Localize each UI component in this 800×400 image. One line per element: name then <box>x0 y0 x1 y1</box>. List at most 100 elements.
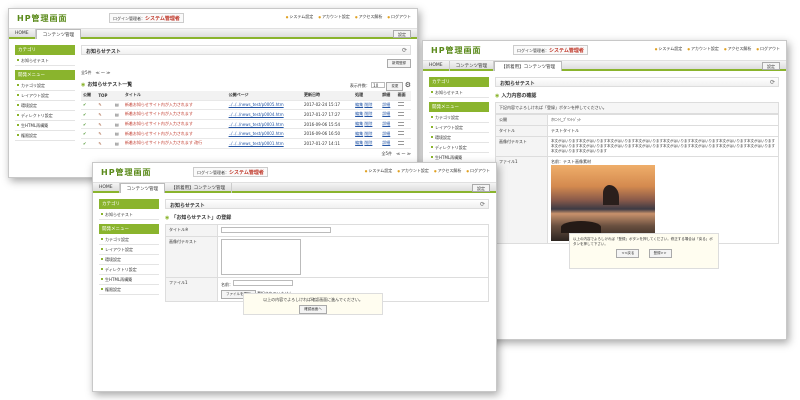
sidebar-item-permission[interactable]: 権限設定 <box>15 131 75 141</box>
tab-content[interactable]: コンテンツ管理 <box>35 29 82 39</box>
link-logout[interactable]: ログアウト <box>756 46 780 51</box>
confirm-button[interactable]: 確認画面へ <box>299 305 327 314</box>
link-account-settings[interactable]: アカウント設定 <box>318 14 350 19</box>
delete-link[interactable]: 削除 <box>364 102 372 107</box>
per-page-button[interactable]: 変更 <box>386 82 404 91</box>
link-account-settings[interactable]: アカウント設定 <box>687 46 719 51</box>
detail-link[interactable]: 詳細 <box>380 119 396 130</box>
refresh-icon[interactable]: ⟳ <box>402 47 407 54</box>
top-pin-icon[interactable]: ✎ <box>96 138 113 149</box>
refresh-icon[interactable]: ⟳ <box>770 79 775 86</box>
tab-new-content[interactable]: 【新着用】コンテンツ管理 <box>494 61 563 71</box>
pin-icon[interactable]: ▤ <box>112 138 123 149</box>
check-icon[interactable]: ✔ <box>81 128 97 139</box>
row-page-link[interactable]: ../../../news_test/p0004.htm <box>226 109 302 120</box>
tab-new-content[interactable]: 【新着用】コンテンツ管理 <box>165 183 233 193</box>
row-page-link[interactable]: ../../../news_test/p0002.htm <box>226 128 302 139</box>
row-page-link[interactable]: ../../../news_test/p0001.htm <box>226 138 302 149</box>
refresh-icon[interactable]: ⟳ <box>480 201 485 208</box>
confirm-box: 以上の内容でよろしければ確認画面に進んでください。 確認画面へ <box>243 293 383 315</box>
gear-icon[interactable]: ⚙ <box>405 81 411 89</box>
check-icon[interactable]: ✔ <box>81 119 97 130</box>
title-input[interactable] <box>221 227 331 233</box>
sidebar-item-directory[interactable]: ディレクトリ設定 <box>99 265 159 275</box>
menu-icon[interactable] <box>397 140 404 145</box>
check-icon[interactable]: ✔ <box>81 138 97 149</box>
delete-link[interactable]: 削除 <box>364 121 372 126</box>
sidebar-item-category[interactable]: カテゴリ設定 <box>15 81 75 91</box>
menu-icon[interactable] <box>397 102 404 107</box>
per-page-select[interactable]: 10 <box>371 82 386 88</box>
sidebar-item-env[interactable]: 環境設定 <box>429 133 489 143</box>
pin-icon[interactable]: ▤ <box>112 109 123 120</box>
link-logout[interactable]: ログアウト <box>387 14 411 19</box>
tab-home[interactable]: HOME <box>9 29 36 39</box>
edit-link[interactable]: 編集 <box>355 111 363 116</box>
edit-link[interactable]: 編集 <box>355 140 363 145</box>
top-pin-icon[interactable]: ✎ <box>96 109 113 120</box>
sidebar-item-env[interactable]: 環境設定 <box>15 101 75 111</box>
col-pin <box>112 91 123 101</box>
delete-link[interactable]: 削除 <box>364 131 372 136</box>
row-page-link[interactable]: ../../../news_test/p0005.htm <box>226 100 302 111</box>
link-access-analysis[interactable]: アクセス解析 <box>355 14 382 19</box>
menu-icon[interactable] <box>397 121 404 126</box>
settings-button[interactable]: 設定 <box>393 30 411 38</box>
sidebar-item-category[interactable]: カテゴリ設定 <box>429 113 489 123</box>
text-area[interactable] <box>221 239 301 275</box>
file-name-input[interactable] <box>233 280 293 286</box>
check-icon[interactable]: ✔ <box>81 109 97 120</box>
link-logout[interactable]: ログアウト <box>466 168 490 173</box>
detail-link[interactable]: 詳細 <box>380 138 396 149</box>
pager[interactable]: ≪ ～ ≫ <box>396 151 411 156</box>
pin-icon[interactable]: ▤ <box>112 100 123 111</box>
sidebar: カテゴリ お知らせテスト 開発メニュー カテゴリ設定 レイアウト設定 環境設定 … <box>15 45 75 141</box>
sidebar-item-news[interactable]: お知らせテスト <box>15 56 75 66</box>
menu-icon[interactable] <box>397 131 404 136</box>
edit-link[interactable]: 編集 <box>355 131 363 136</box>
link-system-settings[interactable]: システム設定 <box>655 46 683 51</box>
link-system-settings[interactable]: システム設定 <box>365 168 393 173</box>
sidebar-item-directory[interactable]: ディレクトリ設定 <box>15 111 75 121</box>
back-button[interactable]: <<戻る <box>616 249 640 258</box>
pager[interactable]: ≪ ～ ≫ <box>96 70 111 75</box>
delete-link[interactable]: 削除 <box>364 140 372 145</box>
new-entry-button[interactable]: 新規登録 <box>387 59 411 68</box>
top-pin-icon[interactable]: ✎ <box>96 119 113 130</box>
sidebar-item-directory[interactable]: ディレクトリ設定 <box>429 143 489 153</box>
menu-icon[interactable] <box>397 111 404 116</box>
sidebar-item-news[interactable]: お知らせテスト <box>429 88 489 98</box>
edit-link[interactable]: 編集 <box>355 121 363 126</box>
edit-link[interactable]: 編集 <box>355 102 363 107</box>
tab-content[interactable]: コンテンツ管理 <box>119 183 166 193</box>
detail-link[interactable]: 詳細 <box>380 100 396 111</box>
sidebar-item-env[interactable]: 環境設定 <box>99 255 159 265</box>
sidebar-item-layout[interactable]: レイアウト設定 <box>99 245 159 255</box>
sidebar-item-news[interactable]: お知らせテスト <box>99 210 159 220</box>
detail-link[interactable]: 詳細 <box>380 128 396 139</box>
link-access-analysis[interactable]: アクセス解析 <box>434 168 461 173</box>
link-access-analysis[interactable]: アクセス解析 <box>724 46 751 51</box>
pin-icon[interactable]: ▤ <box>112 119 123 130</box>
top-pin-icon[interactable]: ✎ <box>96 128 113 139</box>
row-page-link[interactable]: ../../../news_test/p0003.htm <box>226 119 302 130</box>
check-icon[interactable]: ✔ <box>81 100 97 111</box>
tab-home[interactable]: HOME <box>423 61 450 71</box>
register-button[interactable]: 登録>> <box>648 249 672 258</box>
settings-button[interactable]: 設定 <box>762 62 780 70</box>
sidebar-item-layout[interactable]: レイアウト設定 <box>15 91 75 101</box>
link-system-settings[interactable]: システム設定 <box>286 14 314 19</box>
top-pin-icon[interactable]: ✎ <box>96 100 113 111</box>
settings-button[interactable]: 設定 <box>472 184 490 192</box>
sidebar-item-layout[interactable]: レイアウト設定 <box>429 123 489 133</box>
tab-content[interactable]: コンテンツ管理 <box>450 61 495 71</box>
tab-home[interactable]: HOME <box>93 183 120 193</box>
sidebar-item-html[interactable]: 生HTML再構築 <box>15 121 75 131</box>
delete-link[interactable]: 削除 <box>364 111 372 116</box>
pin-icon[interactable]: ▤ <box>112 128 123 139</box>
sidebar-item-html[interactable]: 生HTML再構築 <box>99 275 159 285</box>
sidebar-item-category[interactable]: カテゴリ設定 <box>99 235 159 245</box>
link-account-settings[interactable]: アカウント設定 <box>397 168 429 173</box>
detail-link[interactable]: 詳細 <box>380 109 396 120</box>
sidebar-item-permission[interactable]: 権限設定 <box>99 285 159 295</box>
